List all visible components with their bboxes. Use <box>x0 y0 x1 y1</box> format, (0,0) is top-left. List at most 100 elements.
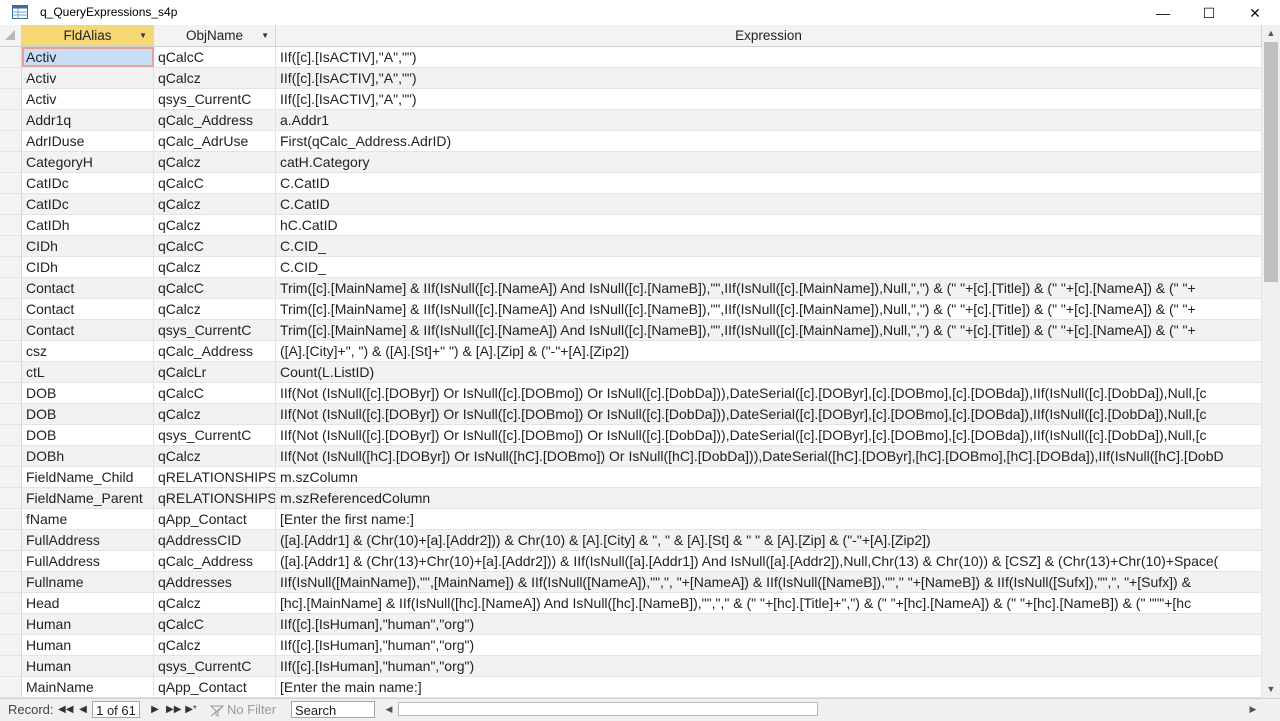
vertical-scrollbar[interactable]: ▲ ▼ <box>1262 25 1280 698</box>
cell-expression[interactable]: hC.CatID <box>276 215 1262 235</box>
cell-objname[interactable]: qsys_CurrentC <box>154 425 276 445</box>
table-row[interactable]: CatIDc qCalcC C.CatID <box>0 173 1262 194</box>
table-row[interactable]: Human qsys_CurrentC IIf([c].[IsHuman],"hum… <box>0 656 1262 677</box>
row-selector[interactable] <box>0 530 22 550</box>
first-record-icon[interactable]: ◀◀ <box>58 701 73 718</box>
current-record-field[interactable]: 1 of 61 <box>92 701 140 718</box>
cell-objname[interactable]: qCalc_AdrUse <box>154 131 276 151</box>
cell-objname[interactable]: qCalcz <box>154 194 276 214</box>
table-row[interactable]: DOBh qCalcz IIf(Not (IsNull([hC].[DOByr]) … <box>0 446 1262 467</box>
row-selector[interactable] <box>0 173 22 193</box>
table-row[interactable]: CatIDc qCalcz C.CatID <box>0 194 1262 215</box>
scroll-thumb[interactable] <box>1264 42 1278 282</box>
minimize-button[interactable]: — <box>1140 0 1186 26</box>
cell-expression[interactable]: [Enter the first name:] <box>276 509 1262 529</box>
cell-expression[interactable]: IIf(Not (IsNull([c].[DOByr]) Or IsNull([… <box>276 425 1262 445</box>
cell-fldalias[interactable]: CatIDh <box>22 215 154 235</box>
table-row[interactable]: MainName qApp_Contact [Enter the main name… <box>0 677 1262 698</box>
cell-objname[interactable]: qCalcz <box>154 299 276 319</box>
row-selector[interactable] <box>0 110 22 130</box>
horizontal-scroll-thumb[interactable] <box>398 702 818 716</box>
cell-expression[interactable]: IIf([c].[IsACTIV],"A","") <box>276 68 1262 88</box>
cell-expression[interactable]: ([a].[Addr1] & (Chr(13)+Chr(10)+[a].[Add… <box>276 551 1262 571</box>
cell-objname[interactable]: qCalcC <box>154 278 276 298</box>
cell-expression[interactable]: IIf(Not (IsNull([hC].[DOByr]) Or IsNull(… <box>276 446 1262 466</box>
row-selector[interactable] <box>0 383 22 403</box>
cell-objname[interactable]: qCalcLr <box>154 362 276 382</box>
maximize-button[interactable]: ☐ <box>1186 0 1232 26</box>
table-row[interactable]: FieldName_Child qRELATIONSHIPS m.szColumn <box>0 467 1262 488</box>
cell-objname[interactable]: qApp_Contact <box>154 677 276 697</box>
cell-objname[interactable]: qCalcz <box>154 257 276 277</box>
cell-fldalias[interactable]: fName <box>22 509 154 529</box>
row-selector[interactable] <box>0 656 22 676</box>
cell-objname[interactable]: qCalc_Address <box>154 110 276 130</box>
cell-fldalias[interactable]: Contact <box>22 320 154 340</box>
cell-expression[interactable]: [hc].[MainName] & IIf(IsNull([hc].[NameA… <box>276 593 1262 613</box>
cell-fldalias[interactable]: CIDh <box>22 257 154 277</box>
table-row[interactable]: AdrIDuse qCalc_AdrUse First(qCalc_Address.… <box>0 131 1262 152</box>
cell-expression[interactable]: IIf(Not (IsNull([c].[DOByr]) Or IsNull([… <box>276 383 1262 403</box>
table-row[interactable]: Addr1q qCalc_Address a.Addr1 <box>0 110 1262 131</box>
next-record-icon[interactable]: ▶ <box>148 701 162 718</box>
column-header-objname[interactable]: ObjName ▼ <box>154 25 276 46</box>
cell-objname[interactable]: qAddressCID <box>154 530 276 550</box>
cell-objname[interactable]: qAddresses <box>154 572 276 592</box>
cell-objname[interactable]: qCalcz <box>154 635 276 655</box>
row-selector[interactable] <box>0 152 22 172</box>
cell-fldalias[interactable]: Human <box>22 614 154 634</box>
cell-objname[interactable]: qCalcC <box>154 236 276 256</box>
cell-fldalias[interactable]: FullAddress <box>22 530 154 550</box>
cell-fldalias[interactable]: ctL <box>22 362 154 382</box>
row-selector[interactable] <box>0 299 22 319</box>
cell-fldalias[interactable]: AdrIDuse <box>22 131 154 151</box>
row-selector[interactable] <box>0 320 22 340</box>
cell-expression[interactable]: m.szReferencedColumn <box>276 488 1262 508</box>
table-row[interactable]: csz qCalc_Address ([A].[City]+", ") & ([A]… <box>0 341 1262 362</box>
cell-fldalias[interactable]: MainName <box>22 677 154 697</box>
cell-fldalias[interactable]: Contact <box>22 299 154 319</box>
cell-expression[interactable]: IIf([c].[IsACTIV],"A","") <box>276 89 1262 109</box>
row-selector[interactable] <box>0 47 22 67</box>
cell-objname[interactable]: qsys_CurrentC <box>154 89 276 109</box>
table-row[interactable]: ctL qCalcLr Count(L.ListID) <box>0 362 1262 383</box>
cell-fldalias[interactable]: DOB <box>22 383 154 403</box>
table-row[interactable]: CIDh qCalcz C.CID_ <box>0 257 1262 278</box>
cell-fldalias[interactable]: Activ <box>22 47 154 67</box>
scroll-left-icon[interactable]: ◀ <box>382 701 396 717</box>
table-row[interactable]: DOB qCalcz IIf(Not (IsNull([c].[DOByr]) Or… <box>0 404 1262 425</box>
table-row[interactable]: FieldName_Parent qRELATIONSHIPS m.szRefere… <box>0 488 1262 509</box>
horizontal-scrollbar[interactable]: ◀ ▶ <box>382 701 1260 717</box>
cell-expression[interactable]: IIf([c].[IsHuman],"human","org") <box>276 635 1262 655</box>
cell-objname[interactable]: qCalc_Address <box>154 551 276 571</box>
table-row[interactable]: Contact qCalcz Trim([c].[MainName] & IIf(I… <box>0 299 1262 320</box>
cell-objname[interactable]: qRELATIONSHIPS <box>154 488 276 508</box>
column-header-expression[interactable]: Expression <box>276 25 1262 46</box>
search-input[interactable]: Search <box>291 701 375 718</box>
cell-fldalias[interactable]: Fullname <box>22 572 154 592</box>
cell-objname[interactable]: qApp_Contact <box>154 509 276 529</box>
table-row[interactable]: Human qCalcC IIf([c].[IsHuman],"human","or… <box>0 614 1262 635</box>
row-selector[interactable] <box>0 278 22 298</box>
cell-expression[interactable]: Count(L.ListID) <box>276 362 1262 382</box>
row-selector[interactable] <box>0 425 22 445</box>
dropdown-arrow-icon[interactable]: ▼ <box>139 25 147 46</box>
cell-objname[interactable]: qCalcC <box>154 614 276 634</box>
row-selector[interactable] <box>0 257 22 277</box>
close-button[interactable]: ✕ <box>1232 0 1278 26</box>
cell-fldalias[interactable]: DOBh <box>22 446 154 466</box>
cell-fldalias[interactable]: DOB <box>22 404 154 424</box>
cell-objname[interactable]: qCalcz <box>154 593 276 613</box>
cell-fldalias[interactable]: Human <box>22 656 154 676</box>
cell-expression[interactable]: a.Addr1 <box>276 110 1262 130</box>
row-selector[interactable] <box>0 131 22 151</box>
column-header-fldalias[interactable]: FldAlias ▼ <box>22 25 154 46</box>
scroll-up-icon[interactable]: ▲ <box>1262 25 1280 42</box>
cell-fldalias[interactable]: CIDh <box>22 236 154 256</box>
row-selector[interactable] <box>0 509 22 529</box>
cell-objname[interactable]: qCalcC <box>154 173 276 193</box>
row-selector[interactable] <box>0 215 22 235</box>
table-row[interactable]: CategoryH qCalcz catH.Category <box>0 152 1262 173</box>
row-selector[interactable] <box>0 467 22 487</box>
no-filter-button[interactable]: No Filter <box>210 701 286 718</box>
